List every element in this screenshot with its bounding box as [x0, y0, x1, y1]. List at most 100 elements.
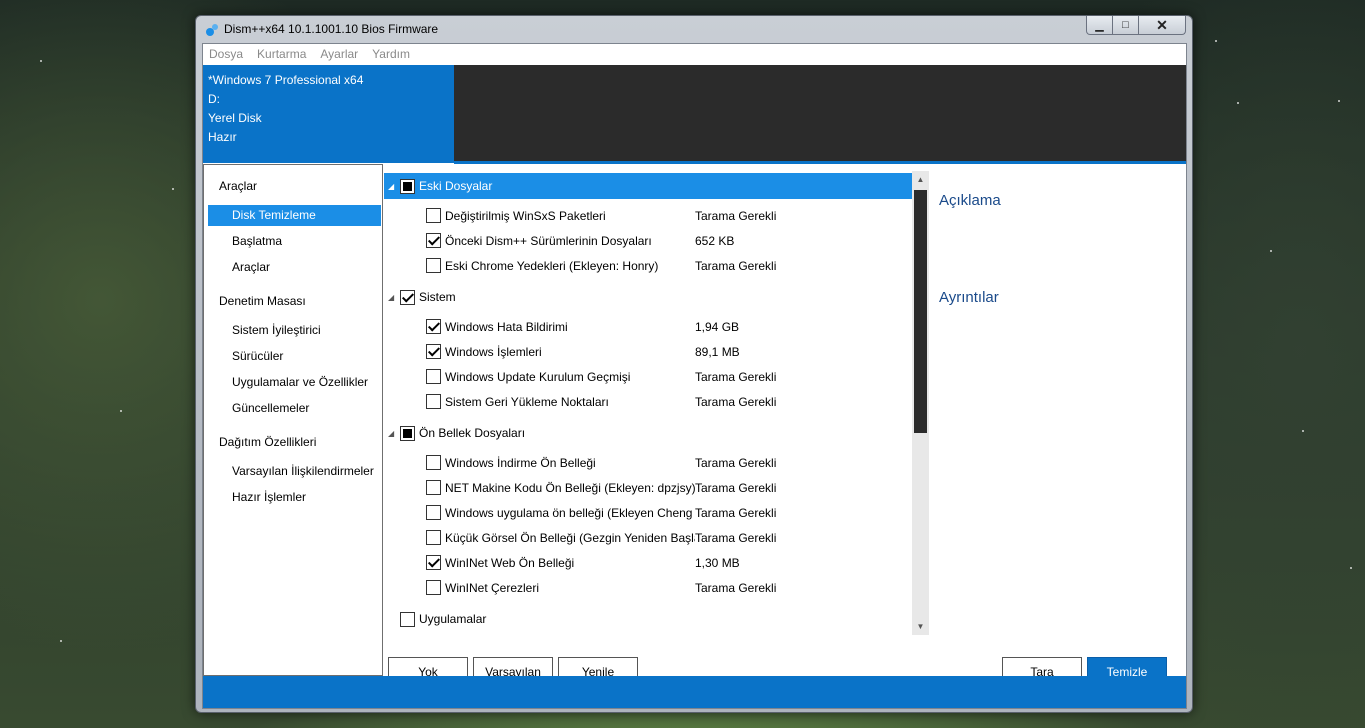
item-checkbox[interactable] [426, 394, 441, 409]
list-item[interactable]: Eski Chrome Yedekleri (Ekleyen: Honry) T… [426, 253, 912, 278]
sidebar-item-disk-cleanup[interactable]: Disk Temizleme [208, 205, 381, 226]
list-scrollbar[interactable]: ▲ ▼ [912, 171, 929, 635]
group-label: Ön Bellek Dosyaları [419, 426, 526, 440]
item-checkbox[interactable] [426, 455, 441, 470]
item-name: WinINet Çerezleri [445, 580, 540, 595]
item-checkbox[interactable] [426, 344, 441, 359]
group-label: Uygulamalar [419, 612, 487, 626]
item-size: Tarama Gerekli [695, 258, 777, 273]
scroll-thumb[interactable] [914, 190, 927, 433]
session-list-area [454, 65, 1186, 163]
item-size: Tarama Gerekli [695, 455, 777, 470]
menu-settings[interactable]: Ayarlar [320, 47, 358, 61]
window-title: Dism++x64 10.1.1001.10 Bios Firmware [224, 22, 439, 36]
collapse-arrow-icon[interactable]: ◢ [388, 293, 400, 302]
list-item[interactable]: Sistem Geri Yükleme Noktaları Tarama Ger… [426, 389, 912, 414]
maximize-button[interactable]: □ [1113, 16, 1139, 35]
star [40, 60, 42, 62]
sidebar-item-updates[interactable]: Güncellemeler [208, 398, 381, 419]
menu-help[interactable]: Yardım [372, 47, 410, 61]
list-item[interactable]: Windows uygulama ön belleği (Ekleyen Che… [426, 500, 912, 525]
star [1302, 430, 1304, 432]
item-checkbox[interactable] [426, 505, 441, 520]
sidebar-item-preset-operations[interactable]: Hazır İşlemler [208, 487, 381, 508]
item-checkbox[interactable] [426, 530, 441, 545]
group-system[interactable]: ◢ Sistem [384, 284, 912, 310]
close-button[interactable]: ✕ [1139, 16, 1186, 35]
list-item[interactable]: Değiştirilmiş WinSxS Paketleri Tarama Ge… [426, 203, 912, 228]
list-item[interactable]: WinINet Web Ön Belleği 1,30 MB [426, 550, 912, 575]
cleanup-list: ◢ Eski Dosyalar Değiştirilmiş WinSxS Pak… [384, 164, 928, 634]
list-item[interactable]: Küçük Görsel Ön Belleği (Gezgin Yeniden … [426, 525, 912, 550]
title-bar[interactable]: Dism++x64 10.1.1001.10 Bios Firmware ▁ □… [196, 16, 1192, 43]
scroll-down-icon[interactable]: ▼ [912, 618, 929, 635]
menu-recovery[interactable]: Kurtarma [257, 47, 306, 61]
status-bar [203, 676, 1186, 708]
group-checkbox[interactable] [400, 425, 415, 441]
item-name: Windows İşlemleri [445, 344, 542, 359]
star [1215, 40, 1217, 42]
star [1350, 567, 1352, 569]
item-name: Önceki Dism++ Sürümlerinin Dosyaları [445, 233, 652, 248]
item-size: Tarama Gerekli [695, 580, 777, 595]
description-heading: Açıklama [939, 192, 1001, 209]
list-item[interactable]: Windows İşlemleri 89,1 MB [426, 339, 912, 364]
collapse-arrow-icon[interactable]: ◢ [388, 182, 400, 191]
collapse-arrow-icon[interactable]: ◢ [388, 429, 400, 438]
close-icon: ✕ [1156, 16, 1168, 33]
item-checkbox[interactable] [426, 580, 441, 595]
group-checkbox[interactable] [400, 611, 415, 627]
star [172, 188, 174, 190]
item-name: Windows uygulama ön belleği (Ekleyen Che… [445, 505, 695, 520]
sidebar: Araçlar Disk Temizleme Başlatma Araçlar … [203, 164, 383, 676]
item-checkbox[interactable] [426, 258, 441, 273]
sidebar-section-deployment: Dağıtım Özellikleri [219, 435, 317, 449]
list-item[interactable]: Önceki Dism++ Sürümlerinin Dosyaları 652… [426, 228, 912, 253]
item-checkbox[interactable] [426, 319, 441, 334]
session-info[interactable]: *Windows 7 Professional x64 D: Yerel Dis… [203, 65, 454, 163]
minimize-button[interactable]: ▁ [1086, 16, 1113, 35]
sidebar-item-drivers[interactable]: Sürücüler [208, 346, 381, 367]
group-old-files[interactable]: ◢ Eski Dosyalar [384, 173, 912, 199]
item-checkbox[interactable] [426, 208, 441, 223]
item-name: Sistem Geri Yükleme Noktaları [445, 394, 609, 409]
menu-file[interactable]: Dosya [209, 47, 243, 61]
item-size: Tarama Gerekli [695, 480, 777, 495]
sidebar-item-apps-features[interactable]: Uygulamalar ve Özellikler [208, 372, 381, 393]
star [1270, 250, 1272, 252]
item-checkbox[interactable] [426, 480, 441, 495]
star [120, 410, 122, 412]
group-applications[interactable]: Uygulamalar [384, 606, 912, 632]
list-item[interactable]: WinINet Çerezleri Tarama Gerekli [426, 575, 912, 600]
details-heading: Ayrıntılar [939, 289, 999, 306]
sidebar-item-startup[interactable]: Başlatma [208, 231, 381, 252]
scroll-up-icon[interactable]: ▲ [912, 171, 929, 188]
item-name: Küçük Görsel Ön Belleği (Gezgin Yeniden … [445, 530, 695, 545]
group-cache-files[interactable]: ◢ Ön Bellek Dosyaları [384, 420, 912, 446]
item-size: 1,30 MB [695, 555, 740, 570]
minimize-icon: ▁ [1095, 19, 1104, 32]
maximize-icon: □ [1122, 19, 1129, 31]
client-area: Dosya Kurtarma Ayarlar Yardım *Windows 7… [202, 43, 1187, 709]
item-checkbox[interactable] [426, 369, 441, 384]
item-size: Tarama Gerekli [695, 208, 777, 223]
menu-bar: Dosya Kurtarma Ayarlar Yardım [203, 44, 1186, 64]
group-checkbox[interactable] [400, 178, 415, 194]
list-item[interactable]: Windows Hata Bildirimi 1,94 GB [426, 314, 912, 339]
sidebar-item-default-associations[interactable]: Varsayılan İlişkilendirmeler [208, 461, 381, 482]
item-checkbox[interactable] [426, 555, 441, 570]
list-item[interactable]: Windows İndirme Ön Belleği Tarama Gerekl… [426, 450, 912, 475]
group-checkbox[interactable] [400, 289, 415, 305]
disk-type: Yerel Disk [208, 111, 262, 125]
item-name: Değiştirilmiş WinSxS Paketleri [445, 208, 606, 223]
drive-letter: D: [208, 92, 220, 106]
list-item[interactable]: NET Makine Kodu Ön Belleği (Ekleyen: dpz… [426, 475, 912, 500]
item-checkbox[interactable] [426, 233, 441, 248]
sidebar-item-system-optimizer[interactable]: Sistem İyileştirici [208, 320, 381, 341]
app-window: Dism++x64 10.1.1001.10 Bios Firmware ▁ □… [195, 15, 1193, 713]
item-size: Tarama Gerekli [695, 394, 777, 409]
item-name: WinINet Web Ön Belleği [445, 555, 575, 570]
list-item[interactable]: Windows Update Kurulum Geçmişi Tarama Ge… [426, 364, 912, 389]
sidebar-item-tools[interactable]: Araçlar [208, 257, 381, 278]
session-status: Hazır [208, 130, 237, 144]
